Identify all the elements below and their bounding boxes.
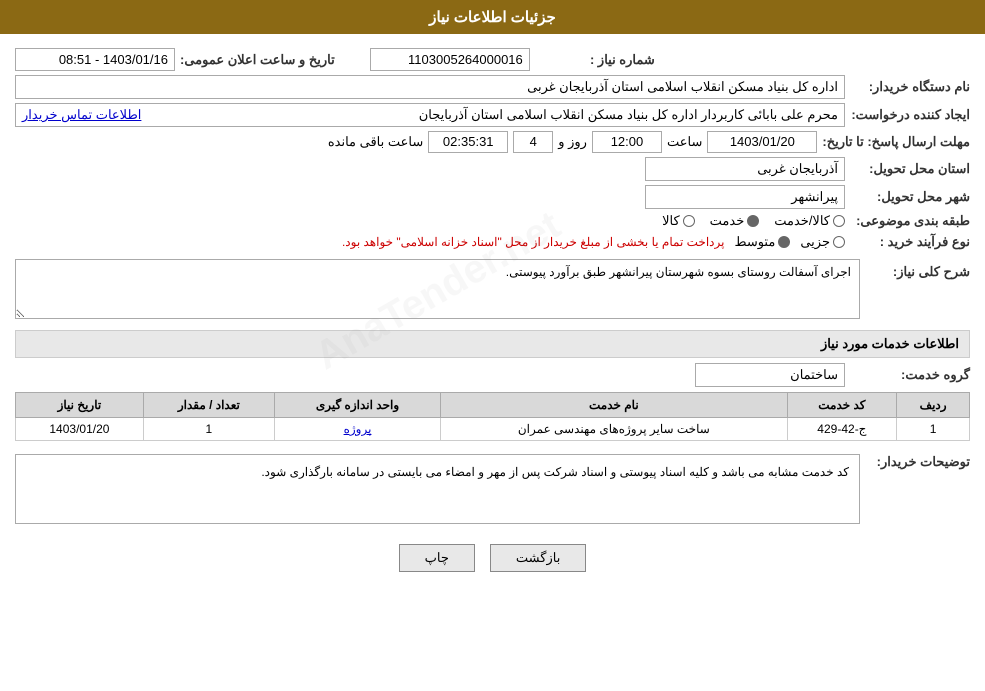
general-desc-label: شرح کلی نیاز: bbox=[870, 259, 970, 280]
col-date: تاریخ نیاز bbox=[16, 393, 144, 418]
action-buttons: بازگشت چاپ bbox=[15, 544, 970, 572]
radio-khadamat-label: خدمت bbox=[710, 213, 745, 229]
radio-khadamat-circle bbox=[747, 215, 759, 227]
need-number-value: 1103005264000016 bbox=[370, 48, 530, 71]
category-label: طبقه بندی موضوعی: bbox=[850, 213, 970, 229]
cell-service-name: ساخت سایر پروژه‌های مهندسی عمران bbox=[441, 418, 787, 441]
buyer-org-label: نام دستگاه خریدار: bbox=[850, 79, 970, 95]
radio-motosat-label: متوسط bbox=[734, 234, 775, 250]
province-label: استان محل تحویل: bbox=[850, 161, 970, 177]
cell-service-code: ج-42-429 bbox=[787, 418, 897, 441]
city-value: پیرانشهر bbox=[645, 185, 845, 209]
page-title: جزئیات اطلاعات نیاز bbox=[429, 9, 556, 26]
radio-khadamat[interactable]: خدمت bbox=[710, 213, 760, 229]
radio-motosat[interactable]: متوسط bbox=[734, 234, 790, 250]
service-group-label: گروه خدمت: bbox=[850, 367, 970, 383]
col-row-num: ردیف bbox=[897, 393, 970, 418]
purchase-type-desc: پرداخت تمام یا بخشی از مبلغ خریدار از مح… bbox=[342, 233, 725, 251]
announce-date-label: تاریخ و ساعت اعلان عمومی: bbox=[180, 52, 335, 68]
radio-kala-khadamat-circle bbox=[833, 215, 845, 227]
buyer-notes-label: توضیحات خریدار: bbox=[870, 449, 970, 470]
deadline-time-label: ساعت bbox=[667, 134, 702, 150]
contact-link[interactable]: اطلاعات تماس خریدار bbox=[22, 107, 141, 123]
radio-kala-label: کالا bbox=[662, 213, 680, 229]
buyer-notes-section: توضیحات خریدار: کد خدمت مشابه می باشد و … bbox=[15, 449, 970, 529]
back-button[interactable]: بازگشت bbox=[490, 544, 586, 572]
service-group-value: ساختمان bbox=[695, 363, 845, 387]
days-label: روز و bbox=[558, 134, 587, 150]
deadline-date: 1403/01/20 bbox=[707, 131, 817, 153]
need-number-label: شماره نیاز : bbox=[535, 52, 655, 68]
col-service-name: نام خدمت bbox=[441, 393, 787, 418]
radio-jozee-label: جزیی bbox=[800, 234, 830, 250]
radio-kala-circle bbox=[683, 215, 695, 227]
radio-kala[interactable]: کالا bbox=[662, 213, 695, 229]
radio-kala-khadamat[interactable]: کالا/خدمت bbox=[774, 213, 845, 229]
general-desc-section: شرح کلی نیاز: AnaTender.net bbox=[15, 259, 970, 322]
cell-quantity: 1 bbox=[143, 418, 274, 441]
cell-unit[interactable]: پروژه bbox=[274, 418, 440, 441]
col-service-code: کد خدمت bbox=[787, 393, 897, 418]
deadline-remaining: 02:35:31 bbox=[428, 131, 508, 153]
services-table: ردیف کد خدمت نام خدمت واحد اندازه گیری ت… bbox=[15, 392, 970, 441]
creator-row: محرم علی بابائی کاربردار اداره کل بنیاد … bbox=[15, 103, 845, 127]
cell-date: 1403/01/20 bbox=[16, 418, 144, 441]
services-section-title: اطلاعات خدمات مورد نیاز bbox=[15, 330, 970, 358]
radio-motosat-circle bbox=[778, 236, 790, 248]
radio-jozee[interactable]: جزیی bbox=[800, 234, 845, 250]
radio-jozee-circle bbox=[833, 236, 845, 248]
buyer-notes-value: کد خدمت مشابه می باشد و کلیه اسناد پیوست… bbox=[15, 454, 860, 524]
col-quantity: تعداد / مقدار bbox=[143, 393, 274, 418]
creator-label: ایجاد کننده درخواست: bbox=[850, 107, 970, 123]
col-unit: واحد اندازه گیری bbox=[274, 393, 440, 418]
radio-kala-khadamat-label: کالا/خدمت bbox=[774, 213, 830, 229]
city-label: شهر محل تحویل: bbox=[850, 189, 970, 205]
announce-date-value: 1403/01/16 - 08:51 bbox=[15, 48, 175, 71]
remaining-label: ساعت باقی مانده bbox=[328, 134, 423, 150]
deadline-days: 4 bbox=[513, 131, 553, 153]
page-header: جزئیات اطلاعات نیاز bbox=[0, 0, 985, 34]
deadline-label: مهلت ارسال پاسخ: تا تاریخ: bbox=[822, 134, 970, 150]
province-value: آذربایجان غربی bbox=[645, 157, 845, 181]
purchase-type-label: نوع فرآیند خرید : bbox=[850, 234, 970, 250]
deadline-time: 12:00 bbox=[592, 131, 662, 153]
cell-row-num: 1 bbox=[897, 418, 970, 441]
table-row: 1 ج-42-429 ساخت سایر پروژه‌های مهندسی عم… bbox=[16, 418, 970, 441]
creator-value: محرم علی بابائی کاربردار اداره کل بنیاد … bbox=[419, 107, 838, 123]
category-radio-group: کالا/خدمت خدمت کالا bbox=[662, 213, 845, 229]
buyer-org-value: اداره کل بنیاد مسکن انقلاب اسلامی استان … bbox=[15, 75, 845, 99]
general-desc-textarea bbox=[15, 259, 860, 319]
purchase-type-row: جزیی متوسط پرداخت تمام یا بخشی از مبلغ خ… bbox=[15, 233, 845, 251]
print-button[interactable]: چاپ bbox=[399, 544, 475, 572]
